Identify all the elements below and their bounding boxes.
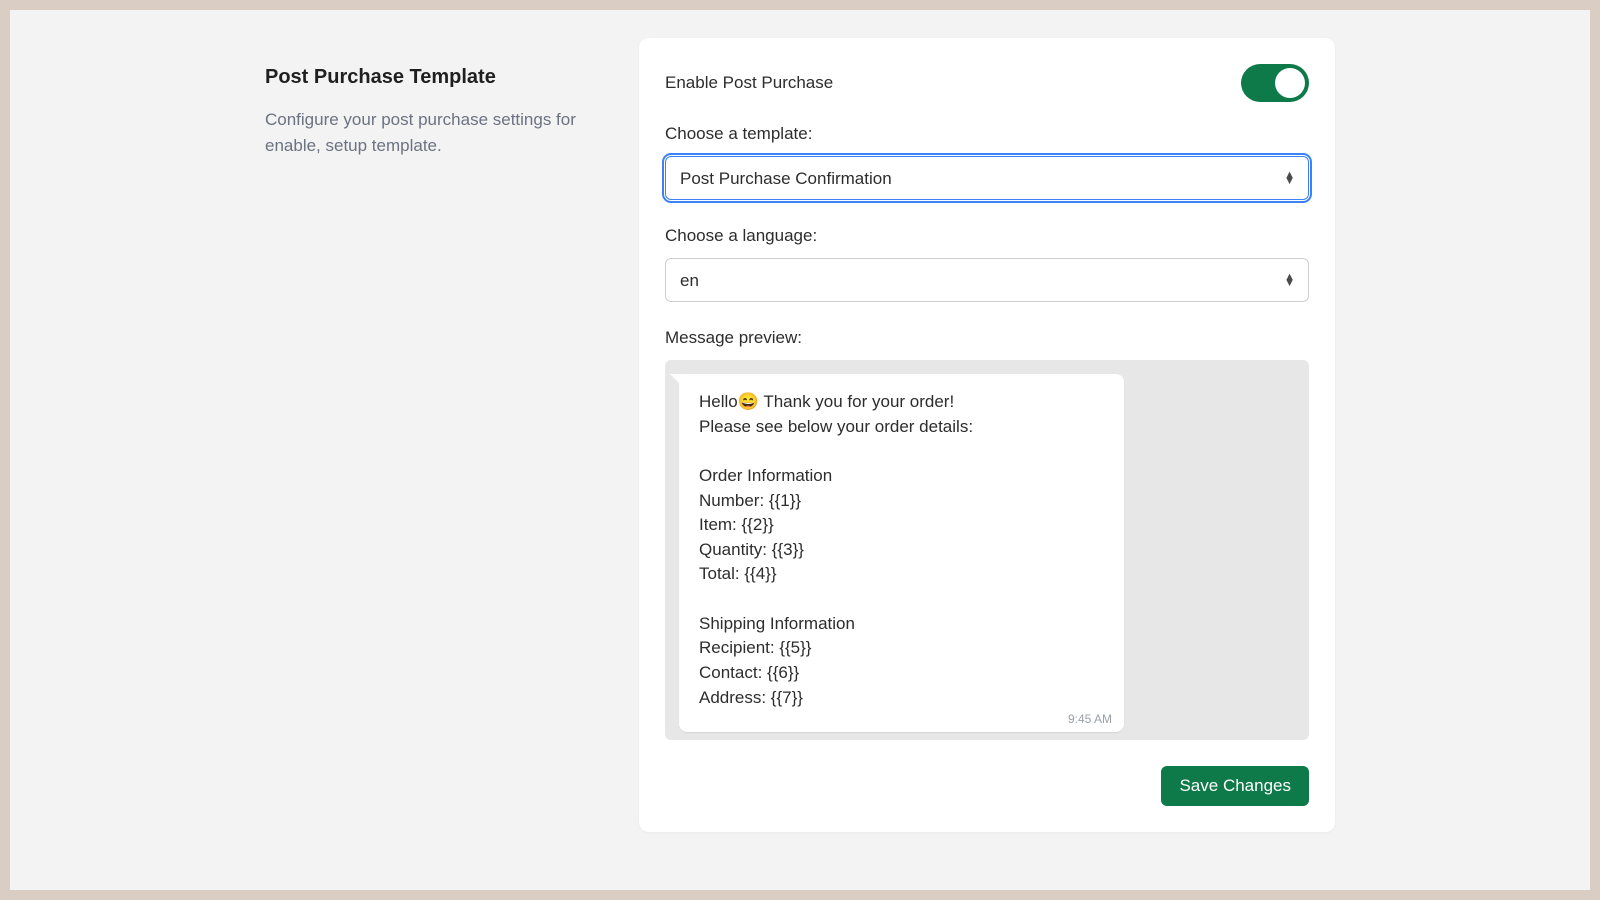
enable-row: Enable Post Purchase — [665, 64, 1309, 102]
preview-message-text: Hello😄 Thank you for your order! Please … — [699, 390, 1104, 710]
language-select-wrap: en ▲▼ — [665, 258, 1309, 302]
page-title: Post Purchase Template — [265, 66, 615, 89]
save-button[interactable]: Save Changes — [1161, 766, 1309, 806]
language-select[interactable]: en — [665, 258, 1309, 302]
page-description: Configure your post purchase settings fo… — [265, 107, 615, 158]
settings-card: Enable Post Purchase Choose a template: … — [639, 38, 1335, 832]
preview-field-label: Message preview: — [665, 328, 1309, 348]
language-field-label: Choose a language: — [665, 226, 1309, 246]
page-root: Post Purchase Template Configure your po… — [10, 10, 1590, 890]
actions-row: Save Changes — [665, 766, 1309, 806]
enable-toggle[interactable] — [1241, 64, 1309, 102]
template-select-wrap: Post Purchase Confirmation ▲▼ — [665, 156, 1309, 200]
section-header: Post Purchase Template Configure your po… — [265, 38, 615, 832]
chat-bubble: Hello😄 Thank you for your order! Please … — [679, 374, 1124, 732]
enable-label: Enable Post Purchase — [665, 73, 833, 93]
template-select[interactable]: Post Purchase Confirmation — [665, 156, 1309, 200]
toggle-knob — [1275, 68, 1305, 98]
content-container: Post Purchase Template Configure your po… — [265, 38, 1335, 832]
template-field-label: Choose a template: — [665, 124, 1309, 144]
message-preview: Hello😄 Thank you for your order! Please … — [665, 360, 1309, 740]
preview-timestamp: 9:45 AM — [1068, 712, 1112, 726]
